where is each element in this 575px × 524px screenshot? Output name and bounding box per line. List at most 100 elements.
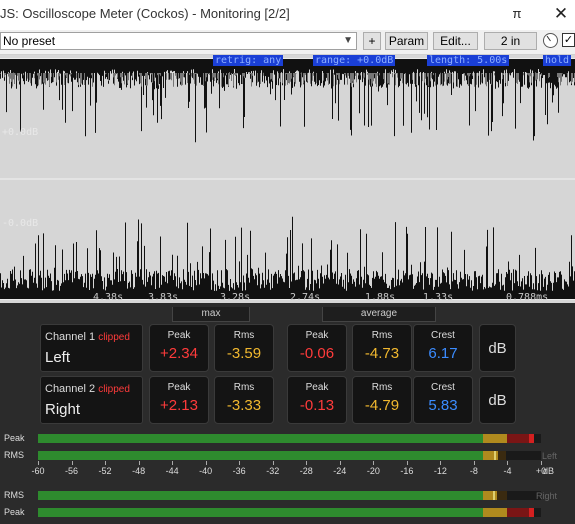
scale-tick [138, 461, 140, 465]
right-channel-tag: Right [535, 491, 557, 501]
time-label: 1.88s [365, 292, 396, 303]
title-bar: JS: Oscilloscope Meter (Cockos) - Monito… [0, 0, 575, 30]
ch1-max-peak-value: +2.34 [160, 345, 198, 362]
ch2-max-peak-value: +2.13 [160, 397, 198, 414]
channel-1-title: Channel 1 clipped [45, 331, 130, 343]
scale-label: -52 [98, 466, 112, 476]
hold-readout[interactable]: hold [543, 55, 572, 66]
bar-label-rms-left: RMS [4, 450, 24, 460]
scale-label: -24 [333, 466, 347, 476]
channel-2-name: Right [45, 401, 81, 418]
scale-label: -12 [433, 466, 447, 476]
window-title: JS: Oscilloscope Meter (Cockos) - Monito… [0, 6, 290, 21]
oscilloscope-waveform [0, 55, 575, 303]
ch1-max-rms-label: Rms [233, 330, 255, 341]
toolbar: No preset ▼ + Param Edit... 2 in ✓ [0, 30, 575, 55]
ch2-avg-rms-value: -4.79 [364, 397, 400, 414]
close-icon[interactable]: ✕ [551, 4, 571, 24]
ch2-max-rms: Rms -3.33 [214, 376, 274, 424]
scale-tick [272, 461, 274, 465]
chevron-down-icon: ▼ [343, 35, 353, 46]
ch2-max-peak: Peak +2.13 [149, 376, 209, 424]
ch1-unit: dB [479, 324, 516, 372]
scale-tick [239, 461, 241, 465]
ch1-max-rms: Rms -3.59 [214, 324, 274, 372]
ch2-crest-value: 5.83 [428, 397, 458, 414]
scale-label: -4 [503, 466, 512, 476]
edit-button[interactable]: Edit... [433, 32, 478, 50]
scale-tick [406, 461, 408, 465]
channel-1-name: Left [45, 349, 71, 366]
scale-tick [306, 461, 308, 465]
ch1-avg-peak-value: -0.06 [299, 345, 335, 362]
average-header: average [322, 307, 436, 322]
ch2-avg-rms-label: Rms [371, 382, 393, 393]
channel-2-box: Channel 2 clipped Right [40, 376, 143, 424]
time-label: 3.83s [148, 292, 179, 303]
clipped-indicator: clipped [98, 384, 130, 395]
scale-tick [38, 461, 39, 465]
range-readout[interactable]: range: +0.0dB [313, 55, 396, 66]
scale-tick [172, 461, 174, 465]
time-label: 4.38s [93, 292, 124, 303]
max-header: max [172, 307, 250, 322]
ch1-max-peak: Peak +2.34 [149, 324, 209, 372]
wet-knob-icon[interactable] [543, 33, 558, 48]
scale-label: -60 [31, 466, 45, 476]
ch1-max-peak-label: Peak [167, 330, 191, 341]
scale-label: -32 [266, 466, 280, 476]
ch1-crest-label: Crest [431, 330, 455, 341]
scale-label: -8 [469, 466, 478, 476]
ch1-avg-rms-label: Rms [371, 330, 393, 341]
ch2-avg-peak-label: Peak [305, 382, 329, 393]
channel-2-title: Channel 2 clipped [45, 383, 130, 395]
meter-panel: max average Channel 1 clipped Left Peak +… [0, 303, 575, 524]
oscilloscope-display: retrig: any range: +0.0dB length: 5.00s … [0, 55, 575, 303]
left-channel-tag: Left [541, 451, 557, 461]
ch1-avg-peak: Peak -0.06 [287, 324, 347, 372]
time-label: 2.74s [290, 292, 321, 303]
peak-bar-right [38, 508, 541, 517]
param-button[interactable]: Param [385, 32, 428, 50]
bar-label-peak-left: Peak [4, 433, 25, 443]
preset-dropdown[interactable]: No preset ▼ [0, 32, 357, 50]
add-preset-button[interactable]: + [363, 32, 381, 50]
db-label-lower: -0.0dB [2, 218, 39, 229]
io-button[interactable]: 2 in [484, 32, 537, 50]
bar-label-peak-right: Peak [4, 507, 25, 517]
ch2-unit: dB [479, 376, 516, 424]
ch1-crest-value: 6.17 [428, 345, 458, 362]
length-readout[interactable]: length: 5.00s [427, 55, 510, 66]
scale-tick [205, 461, 207, 465]
ch2-max-rms-value: -3.33 [226, 397, 262, 414]
scale-label: -44 [165, 466, 179, 476]
pin-icon[interactable]: π [509, 6, 525, 22]
scale-label: -48 [132, 466, 146, 476]
scale-tick [71, 461, 73, 465]
ch1-crest: Crest 6.17 [413, 324, 473, 372]
scale-label: -56 [65, 466, 79, 476]
retrig-readout[interactable]: retrig: any [213, 55, 284, 66]
ch1-avg-rms-value: -4.73 [364, 345, 400, 362]
rms-bar-left [38, 451, 541, 460]
ch1-avg-rms: Rms -4.73 [352, 324, 412, 372]
ch1-avg-peak-label: Peak [305, 330, 329, 341]
rms-bar-right [38, 491, 541, 500]
scale-tick [339, 461, 341, 465]
scale-tick [440, 461, 442, 465]
peak-bar-left [38, 434, 541, 443]
ch2-avg-rms: Rms -4.79 [352, 376, 412, 424]
scale-label: -28 [299, 466, 313, 476]
time-label: 0.788ms [506, 292, 549, 303]
scale-tick [473, 461, 475, 465]
time-label: 1.33s [423, 292, 454, 303]
time-label: 3.28s [220, 292, 251, 303]
bypass-checkbox[interactable]: ✓ [562, 33, 575, 47]
ch2-max-rms-label: Rms [233, 382, 255, 393]
ch2-crest: Crest 5.83 [413, 376, 473, 424]
scale-tick [541, 461, 542, 465]
clipped-indicator: clipped [98, 332, 130, 343]
bar-label-rms-right: RMS [4, 490, 24, 500]
scale-tick [373, 461, 375, 465]
db-scale: -60 -56 -52 -48 -44 -40 -36 -32 -28 -24 -20 -16 -12 -… [31, 461, 546, 481]
